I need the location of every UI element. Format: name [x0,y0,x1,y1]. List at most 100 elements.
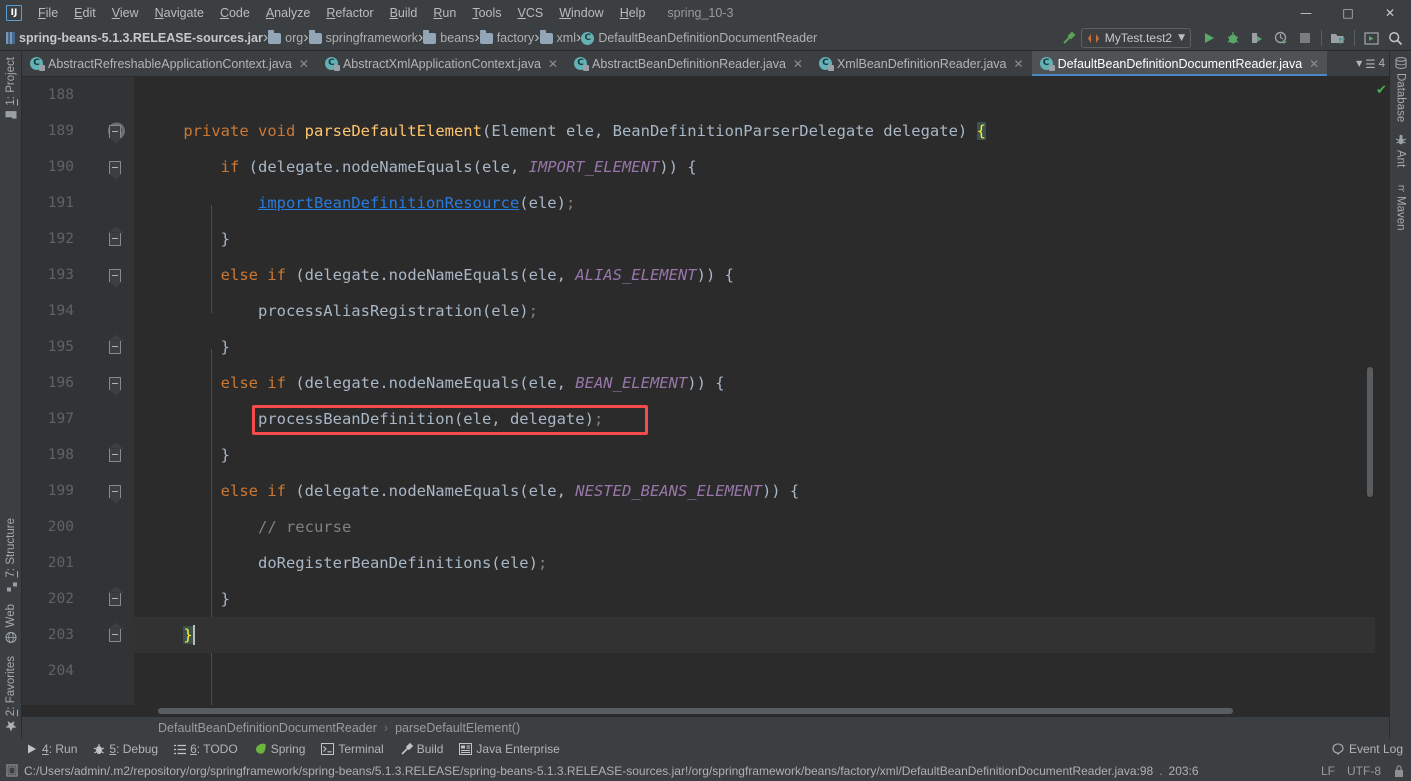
gutter-line[interactable]: 202 [22,581,134,617]
breadcrumb-item-factory[interactable]: factory [479,29,534,45]
status-file-path[interactable]: C:/Users/admin/.m2/repository/org/spring… [24,764,1153,778]
breadcrumb-item-xml[interactable]: xml [539,29,576,45]
menu-item-refactor[interactable]: Refactor [318,3,381,23]
gutter-line[interactable]: 203 [22,617,134,653]
breadcrumb-item-springframework[interactable]: springframework [308,29,418,45]
menu-item-window[interactable]: Window [551,3,611,23]
debug-button[interactable] [1221,27,1245,49]
menu-item-help[interactable]: Help [612,3,654,23]
code-folding-marker[interactable] [104,149,126,185]
menu-item-code[interactable]: Code [212,3,258,23]
close-icon[interactable]: ✕ [1012,57,1026,71]
gutter-line[interactable]: 193 [22,257,134,293]
breadcrumb-item-beans[interactable]: beans [423,29,474,45]
maximize-button[interactable]: □ [1327,0,1369,26]
gutter-line[interactable]: 188 [22,77,134,113]
menu-item-build[interactable]: Build [382,3,426,23]
code-line[interactable]: else if (delegate.nodeNameEquals(ele, AL… [134,257,1375,293]
gutter-line[interactable]: 191 [22,185,134,221]
breadcrumb-item-spring-beans-5-1-3-release-sources-jar[interactable]: spring-beans-5.1.3.RELEASE-sources.jar [6,31,263,45]
menu-item-vcs[interactable]: VCS [510,3,552,23]
fold-collapse-icon[interactable] [109,232,121,246]
menu-item-view[interactable]: View [104,3,147,23]
tool-window-button-java-enterprise[interactable]: Java Enterprise [459,742,560,756]
tool-window-button-1--project[interactable]: 1: Project [2,51,20,127]
fold-expand-icon[interactable] [109,268,121,282]
gutter-line[interactable]: 200 [22,509,134,545]
menu-item-file[interactable]: File [30,3,66,23]
menu-item-analyze[interactable]: Analyze [258,3,318,23]
gutter-line[interactable]: 195 [22,329,134,365]
editor-tab-defaultbeandefinitiondocumentreader[interactable]: C DefaultBeanDefinitionDocumentReader.jav… [1031,51,1328,76]
menu-item-navigate[interactable]: Navigate [147,3,212,23]
gutter-line[interactable]: 192 [22,221,134,257]
close-icon[interactable]: ✕ [546,57,560,71]
code-folding-marker[interactable] [104,221,126,257]
code-line[interactable]: importBeanDefinitionResource (ele); [134,185,1375,221]
tool-window-button-database[interactable]: Database [1392,51,1410,128]
inspection-ok-icon[interactable]: ✔ [1376,83,1387,98]
close-icon[interactable]: ✕ [791,57,805,71]
error-stripe-margin[interactable]: ✔ [1375,77,1389,705]
breadcrumb-item-org[interactable]: org [268,29,303,45]
code-line[interactable]: processBeanDefinition(ele, delegate); [134,401,1375,437]
profile-button[interactable] [1269,27,1293,49]
gutter-line[interactable]: 201 [22,545,134,581]
tool-window-button-7--structure[interactable]: 7: Structure [2,512,20,598]
gutter-line[interactable]: 196 [22,365,134,401]
fold-collapse-icon[interactable] [109,592,121,606]
tool-window-button-4--run[interactable]: 4: Run [26,742,77,756]
tool-window-button-build[interactable]: Build [400,742,443,756]
code-text-area[interactable]: private void parseDefaultElement (Element… [134,77,1375,705]
gutter-line[interactable]: 197 [22,401,134,437]
hscroll-thumb[interactable] [158,708,1233,714]
tool-window-button-spring[interactable]: Spring [254,742,305,756]
stop-button[interactable] [1293,27,1317,49]
editor-tab-xmlbeandefinitionreader[interactable]: C XmlBeanDefinitionReader.java ✕ [811,51,1032,76]
breadcrumb-class[interactable]: DefaultBeanDefinitionDocumentReader [158,721,377,735]
gutter-line[interactable]: 189@ [22,113,134,149]
status-encoding[interactable]: UTF-8 [1347,764,1381,778]
fold-expand-icon[interactable] [109,376,121,390]
gutter-line[interactable]: 204 [22,653,134,689]
fold-expand-icon[interactable] [109,124,121,138]
code-line[interactable]: doRegisterBeanDefinitions(ele); [134,545,1375,581]
code-folding-marker[interactable] [104,437,126,473]
breadcrumb-item-defaultbeandefinitiondocumentreader[interactable]: C DefaultBeanDefinitionDocumentReader [581,31,817,45]
gutter-line[interactable]: 190 [22,149,134,185]
menu-item-run[interactable]: Run [425,3,464,23]
updating-button[interactable] [1359,27,1383,49]
fold-expand-icon[interactable] [109,484,121,498]
editor-tab-abstractbeandefinitionreader[interactable]: C AbstractBeanDefinitionReader.java ✕ [566,51,811,76]
build-hammer-icon[interactable] [1057,27,1081,49]
close-button[interactable]: ✕ [1369,0,1411,26]
code-line[interactable]: processAliasRegistration(ele); [134,293,1375,329]
tool-window-button-maven[interactable]: m Maven [1392,174,1410,237]
minimize-button[interactable]: — [1285,0,1327,26]
run-configuration-selector[interactable]: MyTest.test2 ▼ [1080,28,1191,48]
code-folding-marker[interactable] [104,365,126,401]
fold-expand-icon[interactable] [109,160,121,174]
code-folding-marker[interactable] [104,329,126,365]
code-line[interactable]: private void parseDefaultElement (Element… [134,113,1375,149]
tool-window-button-web[interactable]: Web [2,598,20,649]
code-line[interactable]: } [134,617,1375,653]
tool-window-button-5--debug[interactable]: 5: Debug [93,742,158,756]
editor-horizontal-scrollbar[interactable] [22,705,1389,716]
code-line[interactable] [134,77,1375,113]
code-line[interactable]: } [134,329,1375,365]
gutter-line[interactable]: 198 [22,437,134,473]
gutter-line[interactable]: 194 [22,293,134,329]
tool-window-button-ant[interactable]: Ant [1392,128,1410,173]
editor-tab-abstractxmlapplicationcontext[interactable]: C AbstractXmlApplicationContext.java ✕ [317,51,566,76]
code-folding-marker[interactable] [104,257,126,293]
code-folding-marker[interactable] [104,473,126,509]
code-line[interactable]: } [134,581,1375,617]
fold-collapse-icon[interactable] [109,628,121,642]
editor-tab-abstractrefreshableapplicationcontext[interactable]: C AbstractRefreshableApplicationContext.j… [22,51,317,76]
fold-collapse-icon[interactable] [109,340,121,354]
project-structure-button[interactable] [1326,27,1350,49]
code-line[interactable] [134,653,1375,689]
status-line-separator[interactable]: LF [1321,764,1335,778]
search-everywhere-button[interactable] [1383,27,1407,49]
